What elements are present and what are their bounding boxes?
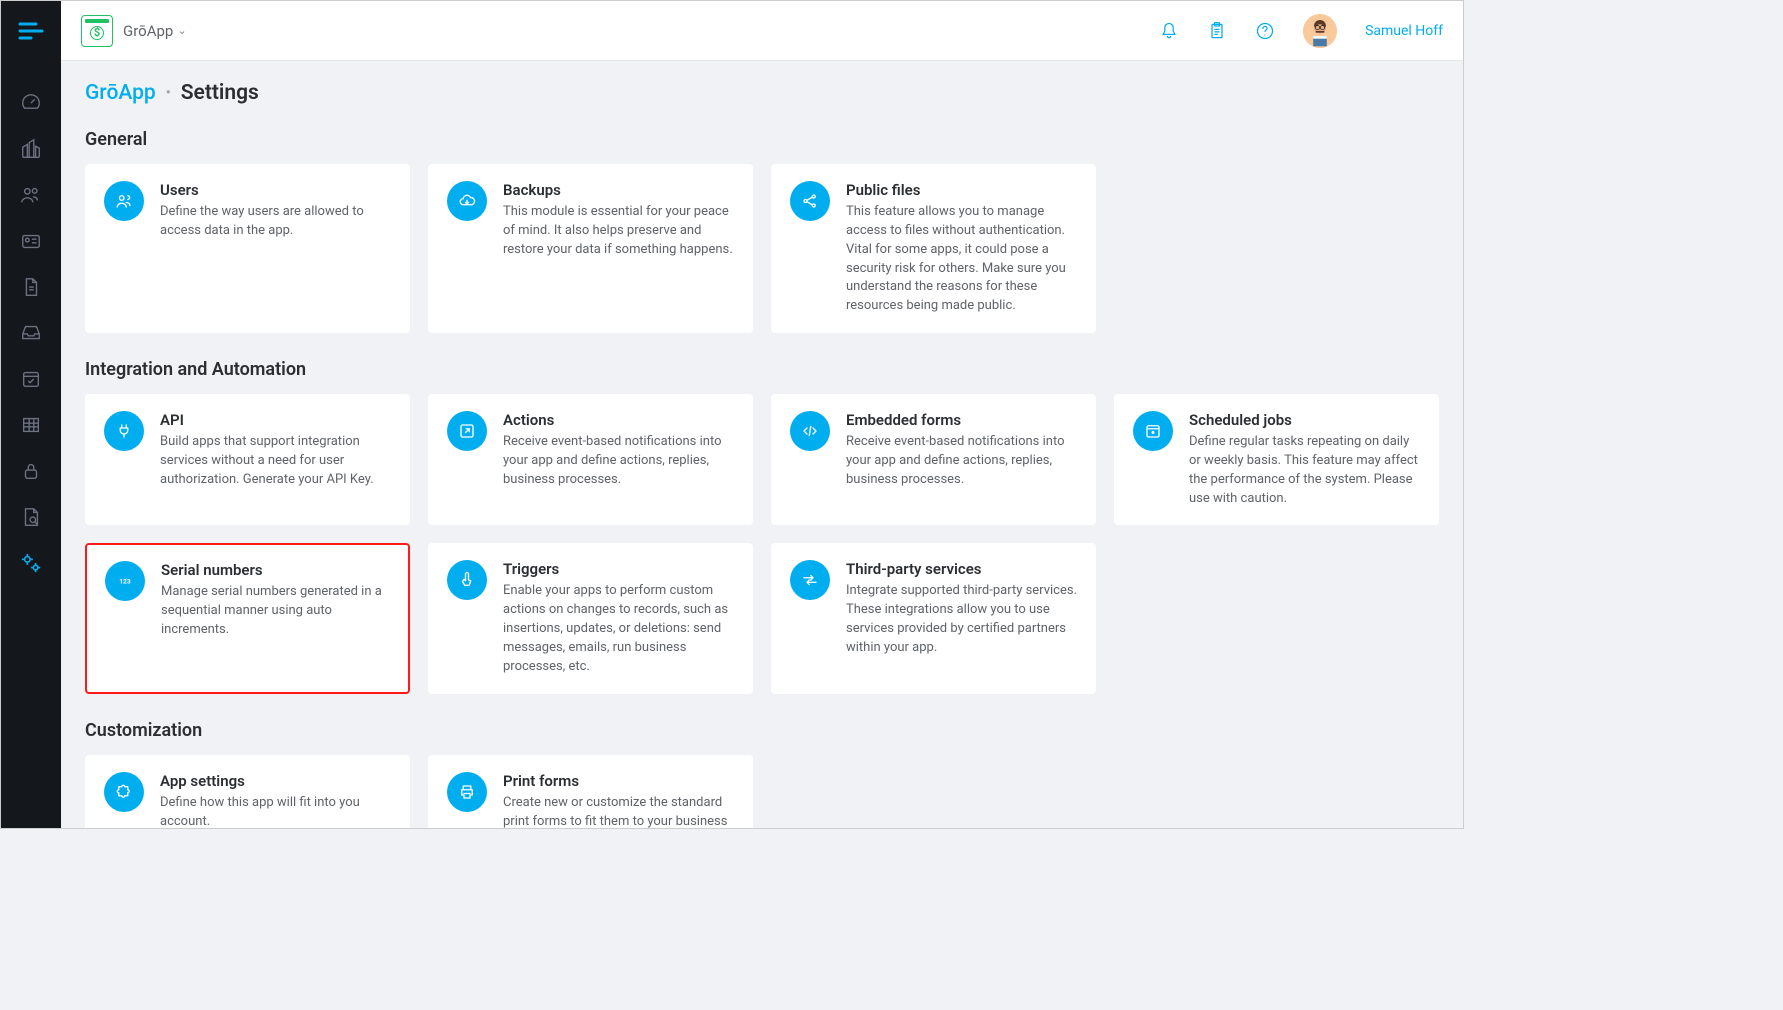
sidebar-item-id-card[interactable] (1, 219, 61, 263)
card-title: Third-party services (846, 560, 1077, 578)
card-users[interactable]: Users Define the way users are allowed t… (85, 164, 410, 333)
breadcrumb-separator: • (166, 85, 171, 101)
sidebar-item-document[interactable] (1, 265, 61, 309)
card-triggers[interactable]: Triggers Enable your apps to perform cus… (428, 543, 753, 693)
sidebar-item-inbox[interactable] (1, 311, 61, 355)
help-icon[interactable] (1255, 21, 1275, 41)
sidebar-item-calendar[interactable] (1, 357, 61, 401)
card-desc: Define the way users are allowed to acce… (160, 203, 391, 241)
section-title-customization: Customization (85, 720, 1439, 741)
sidebar-item-buildings[interactable] (1, 127, 61, 171)
card-embedded-forms[interactable]: Embedded forms Receive event-based notif… (771, 394, 1096, 525)
sidebar-item-dashboard[interactable] (1, 81, 61, 125)
breadcrumb-app[interactable]: GrōApp (85, 81, 156, 105)
code-icon (790, 411, 830, 451)
svg-text:123: 123 (119, 578, 131, 586)
puzzle-icon (104, 772, 144, 812)
content-area: GrōApp • Settings General Users Define t… (61, 61, 1463, 828)
card-desc: Build apps that support integration serv… (160, 433, 391, 490)
menu-toggle-icon[interactable] (1, 1, 61, 61)
card-title: Scheduled jobs (1189, 411, 1420, 429)
card-desc: Create new or customize the standard pri… (503, 794, 734, 828)
calendar-dot-icon (1133, 411, 1173, 451)
section-title-general: General (85, 129, 1439, 150)
card-title: Triggers (503, 560, 734, 578)
card-title: Serial numbers (161, 561, 390, 579)
card-desc: Integrate supported third-party services… (846, 582, 1077, 657)
section-customization: Customization App settings Define how th… (85, 720, 1439, 828)
card-title: Embedded forms (846, 411, 1077, 429)
topbar: $ GrōApp ⌄ Samuel Hoff (61, 1, 1463, 61)
print-icon (447, 772, 487, 812)
swap-icon (790, 560, 830, 600)
card-public-files[interactable]: Public files This feature allows you to … (771, 164, 1096, 333)
pointer-icon (447, 560, 487, 600)
app-icon: $ (81, 15, 113, 47)
breadcrumb: GrōApp • Settings (85, 81, 1439, 105)
plug-icon (104, 411, 144, 451)
users-icon (104, 181, 144, 221)
card-title: API (160, 411, 391, 429)
cloud-down-icon (447, 181, 487, 221)
card-desc: Define how this app will fit into you ac… (160, 794, 391, 828)
card-serial-numbers[interactable]: 123 Serial numbers Manage serial numbers… (85, 543, 410, 693)
app-selector-name: GrōApp (123, 22, 173, 40)
card-title: Public files (846, 181, 1077, 199)
123-icon: 123 (105, 561, 145, 601)
card-actions[interactable]: Actions Receive event-based notification… (428, 394, 753, 525)
card-desc: This feature allows you to manage access… (846, 203, 1077, 316)
card-scheduled-jobs[interactable]: Scheduled jobs Define regular tasks repe… (1114, 394, 1439, 525)
card-desc: Enable your apps to perform custom actio… (503, 582, 734, 676)
section-title-integration: Integration and Automation (85, 359, 1439, 380)
user-avatar[interactable] (1303, 14, 1337, 48)
card-title: Print forms (503, 772, 734, 790)
sidebar-item-table[interactable] (1, 403, 61, 447)
sidebar (1, 1, 61, 828)
notifications-icon[interactable] (1159, 21, 1179, 41)
card-desc: Define regular tasks repeating on daily … (1189, 433, 1420, 508)
share-icon (790, 181, 830, 221)
card-desc: Receive event-based notifications into y… (846, 433, 1077, 490)
sidebar-item-lock[interactable] (1, 449, 61, 493)
card-print-forms[interactable]: Print forms Create new or customize the … (428, 755, 753, 828)
section-general: General Users Define the way users are a… (85, 129, 1439, 333)
sidebar-item-settings[interactable] (1, 541, 61, 585)
card-backups[interactable]: Backups This module is essential for you… (428, 164, 753, 333)
card-title: Backups (503, 181, 734, 199)
card-app-settings[interactable]: App settings Define how this app will fi… (85, 755, 410, 828)
card-api[interactable]: API Build apps that support integration … (85, 394, 410, 525)
card-desc: Manage serial numbers generated in a seq… (161, 583, 390, 640)
breadcrumb-page: Settings (181, 81, 259, 105)
card-desc: This module is essential for your peace … (503, 203, 734, 260)
app-selector[interactable]: $ GrōApp ⌄ (81, 15, 187, 47)
sidebar-item-reports[interactable] (1, 495, 61, 539)
card-title: App settings (160, 772, 391, 790)
chevron-down-icon: ⌄ (177, 24, 186, 37)
card-title: Users (160, 181, 391, 199)
section-integration: Integration and Automation API Build app… (85, 359, 1439, 694)
card-title: Actions (503, 411, 734, 429)
user-name-link[interactable]: Samuel Hoff (1365, 23, 1443, 39)
sidebar-item-users[interactable] (1, 173, 61, 217)
external-icon (447, 411, 487, 451)
clipboard-icon[interactable] (1207, 21, 1227, 41)
card-desc: Receive event-based notifications into y… (503, 433, 734, 490)
card-third-party-services[interactable]: Third-party services Integrate supported… (771, 543, 1096, 693)
